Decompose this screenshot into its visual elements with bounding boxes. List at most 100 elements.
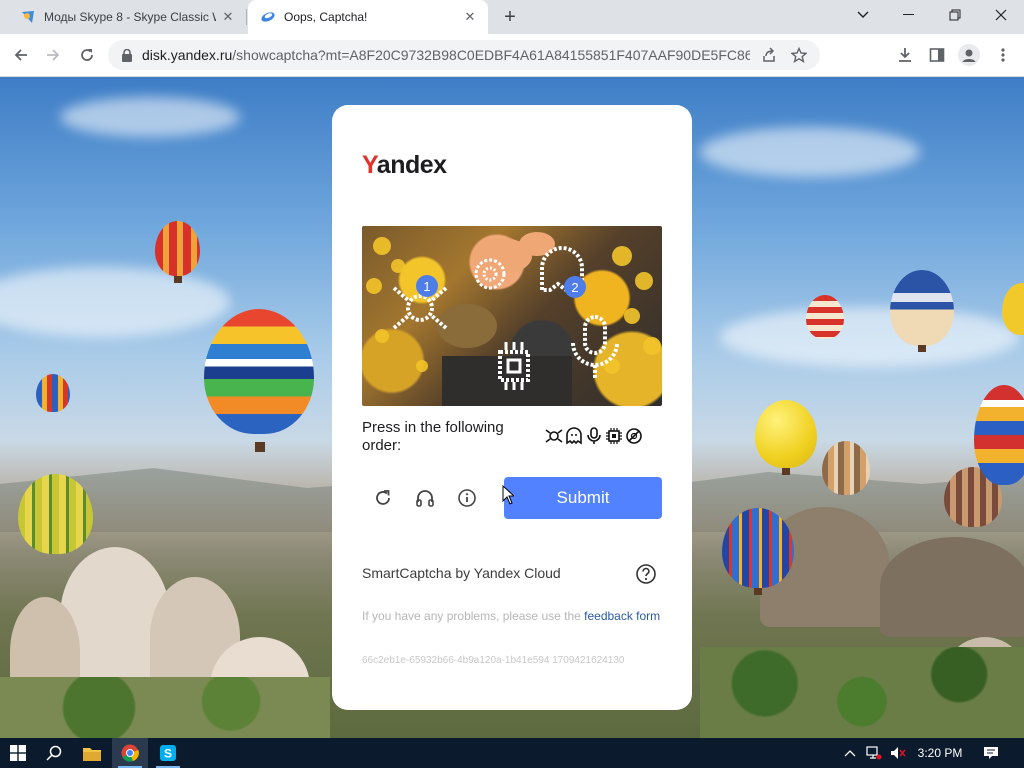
ghost-glyph-icon [470,254,510,299]
taskbar: S 3:20 PM [0,738,1024,768]
tab-title: Oops, Captcha! [284,10,368,24]
back-button[interactable] [6,40,36,70]
cloud [60,97,240,137]
balloon-basket [754,588,762,595]
hot-air-balloon [822,441,870,495]
refresh-icon [376,490,390,505]
reload-button[interactable] [72,40,102,70]
hot-air-balloon [204,309,314,434]
reload-icon [81,49,93,61]
cloud [700,127,920,177]
hot-air-balloon [36,374,70,412]
hot-air-balloon [755,400,817,468]
close-icon[interactable]: ✕ [462,9,478,25]
clock[interactable]: 3:20 PM [910,738,970,768]
skype-icon: S [160,745,176,761]
tab-title: Моды Skype 8 - Skype Classic W [44,10,216,24]
cloud [720,307,1020,367]
address-bar[interactable]: disk.yandex.ru/showcaptcha?mt=A8F20C9732… [108,40,820,70]
cloud [0,267,230,337]
file-explorer-button[interactable] [74,738,110,768]
captcha-instruction: Press in the following order: [362,419,504,454]
restore-icon [949,9,961,21]
search-icon [46,745,62,761]
chevron-down-icon [857,11,869,18]
bug-icon [545,427,563,445]
tree-area [0,677,330,738]
forward-button[interactable] [38,40,68,70]
url-text[interactable]: disk.yandex.ru/showcaptcha?mt=A8F20C9732… [142,47,750,63]
tree-area [700,647,1024,738]
network-icon[interactable] [862,738,886,768]
chrome-icon [121,744,139,762]
action-center-icon[interactable] [976,738,1006,768]
yandex-logo: Yandex [362,151,447,179]
captcha-image[interactable]: 1 2 [362,226,662,406]
tray-overflow-chevron-icon[interactable] [840,738,860,768]
balloon-basket [174,276,182,283]
mouse-cursor-icon [502,484,516,510]
submit-button[interactable]: Submit [504,477,662,519]
hot-air-balloon [18,474,93,554]
chrome-taskbar-button[interactable] [112,738,148,768]
folder-icon [83,747,101,761]
order-icons [545,427,643,445]
balloon-basket [255,442,265,452]
balloon-basket [782,468,790,475]
yandex-disk-favicon-icon [260,9,276,25]
request-id: 66c2eb1e-65932b66-4b9a120a-1b41e594 1709… [362,655,625,666]
skype-taskbar-button[interactable]: S [150,738,186,768]
url-path: /showcaptcha?mt=A8F20C9732B98C0EDBF4A61A… [232,47,750,63]
svg-text:S: S [164,747,172,761]
search-button[interactable] [36,738,72,768]
profile-avatar-icon[interactable] [954,40,984,70]
help-icon[interactable] [635,563,657,585]
click-marker-1[interactable]: 1 [416,275,438,297]
smartcaptcha-label: SmartCaptcha by Yandex Cloud [362,565,561,581]
chip-glyph-icon [490,340,538,397]
hot-air-balloon [722,508,794,588]
arrow-left-icon [14,49,27,61]
tab-skype-mods[interactable]: Моды Skype 8 - Skype Classic W ✕ [8,0,246,34]
click-marker-2[interactable]: 2 [564,276,586,298]
tab-search-button[interactable] [840,0,886,30]
browser-toolbar: disk.yandex.ru/showcaptcha?mt=A8F20C9732… [0,34,1024,77]
info-button[interactable] [454,485,480,511]
hot-air-balloon [890,270,954,346]
minimize-icon [903,14,914,15]
skype-mods-favicon-icon [20,9,36,25]
problems-note: If you have any problems, please use the… [362,608,662,624]
balloon-basket [918,345,926,352]
close-icon [995,9,1007,21]
lock-icon[interactable] [120,48,134,62]
tab-separator [246,9,247,25]
new-tab-button[interactable]: + [498,5,522,29]
share-icon[interactable] [758,44,780,66]
bookmark-star-icon[interactable] [788,44,810,66]
hot-air-balloon [155,221,200,276]
hot-air-balloon [806,295,844,339]
download-icon[interactable] [890,40,920,70]
side-panel-icon[interactable] [922,40,952,70]
url-host: disk.yandex.ru [142,47,233,63]
refresh-captcha-button[interactable] [370,485,396,511]
restore-button[interactable] [932,0,978,30]
menu-kebab-icon[interactable] [988,40,1018,70]
close-window-button[interactable] [978,0,1024,30]
start-button[interactable] [0,738,36,768]
info-icon [458,489,476,507]
microphone-icon [585,427,603,445]
hot-air-balloon [974,385,1024,485]
problems-text: If you have any problems, please use the [362,609,585,623]
captcha-card: Yandex 1 2 Press in the following order:… [332,105,692,710]
tab-oops-captcha[interactable]: Oops, Captcha! ✕ [248,0,488,34]
audio-captcha-button[interactable] [412,485,438,511]
volume-muted-icon[interactable] [886,738,910,768]
minimize-button[interactable] [886,0,932,30]
windows-logo-icon [10,745,26,761]
headphones-icon [416,490,434,507]
no-sign-icon [625,427,643,445]
microphone-glyph-icon [567,313,623,388]
close-icon[interactable]: ✕ [220,9,236,25]
feedback-form-link[interactable]: feedback form [584,609,660,623]
